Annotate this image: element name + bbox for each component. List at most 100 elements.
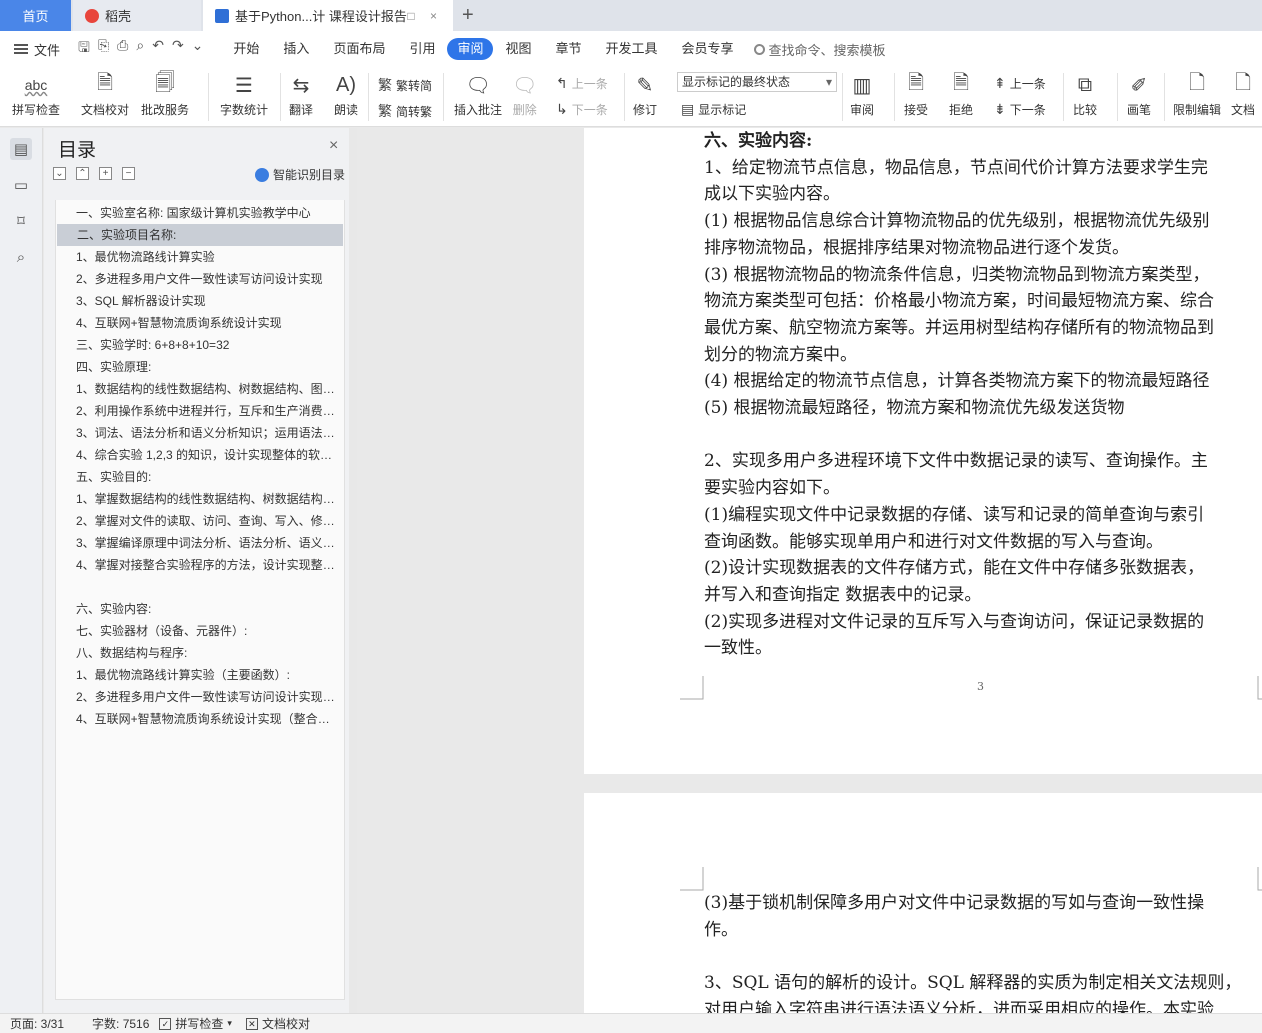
chapter-nav-icon[interactable]: ▭ bbox=[10, 174, 32, 196]
toc-item[interactable]: 一、实验室名称: 国家级计算机实验教学中心 bbox=[56, 202, 344, 224]
smart-toc-button[interactable]: 智能识别目录 bbox=[255, 166, 345, 183]
tab-document[interactable]: 基于Python...计 课程设计报告 □ × bbox=[203, 0, 453, 31]
next-comment-button[interactable]: ↳ 下一条 bbox=[556, 101, 608, 118]
toc-item[interactable]: 1、掌握数据结构的线性数据结构、树数据结构、图数据结构 bbox=[56, 488, 344, 510]
accept-icon: 🗎 bbox=[907, 72, 925, 94]
next-change-label: 下一条 bbox=[1009, 103, 1046, 117]
print-icon[interactable]: ⎙ bbox=[117, 37, 128, 61]
toc-item[interactable]: 2、多进程多用户文件一致性读写访问设计实现 bbox=[56, 268, 344, 290]
word-count-indicator[interactable]: 字数: 7516 bbox=[92, 1015, 149, 1032]
toc-item[interactable]: 2、掌握对文件的读取、访问、查询、写入、修改等操作 bbox=[56, 510, 344, 532]
toc-item[interactable]: 4、互联网+智慧物流质询系统设计实现 bbox=[56, 312, 344, 334]
toc-item[interactable]: 4、综合实验 1,2,3 的知识，设计实现整体的软件系统 bbox=[56, 444, 344, 466]
expand-up-icon[interactable]: ⌃ bbox=[76, 167, 89, 180]
insert-comment-button[interactable]: 🗨 插入批注 bbox=[454, 69, 502, 118]
delete-comment-button[interactable]: 🗨 删除 bbox=[512, 69, 537, 118]
tab-close-icon[interactable]: □ × bbox=[407, 9, 443, 23]
more-icon[interactable]: ⌄ bbox=[192, 37, 204, 61]
read-aloud-button[interactable]: A) 朗读 bbox=[334, 69, 358, 118]
menu-item-0[interactable]: 开始 bbox=[221, 38, 271, 60]
file-menu[interactable]: 文件 bbox=[14, 40, 60, 59]
menu-item-5[interactable]: 视图 bbox=[493, 38, 543, 60]
tab-home[interactable]: 首页 bbox=[0, 0, 71, 31]
toc-item[interactable]: 1、数据结构的线性数据结构、树数据结构、图数据结构 bbox=[56, 378, 344, 400]
menu-item-2[interactable]: 页面布局 bbox=[321, 38, 397, 60]
toc-scrollbar[interactable] bbox=[349, 128, 357, 1013]
toc-item[interactable]: 3、词法、语法分析和语义分析知识；运用语法规则 bbox=[56, 422, 344, 444]
review-pane-button[interactable]: ▥ 审阅 bbox=[850, 69, 874, 118]
delete-comment-label: 删除 bbox=[512, 103, 537, 117]
tab-daoke[interactable]: 稻壳 bbox=[73, 0, 201, 31]
toc-item[interactable]: 2、多进程多用户文件一致性读写访问设计实现（主要函数） bbox=[56, 686, 344, 708]
reject-button[interactable]: 🗎 拒绝 bbox=[949, 69, 973, 118]
toc-item[interactable]: 四、实验原理: bbox=[56, 356, 344, 378]
menu-item-6[interactable]: 章节 bbox=[544, 38, 594, 60]
toc-item[interactable]: 3、SQL 解析器设计实现 bbox=[56, 290, 344, 312]
page-indicator[interactable]: 页面: 3/31 bbox=[10, 1015, 64, 1032]
prev-change-button[interactable]: ⇞ 上一条 bbox=[994, 75, 1046, 92]
close-icon[interactable]: × bbox=[329, 137, 338, 155]
translate-label: 翻译 bbox=[289, 103, 314, 117]
restrict-edit-button[interactable]: 🗋 限制编辑 bbox=[1173, 69, 1221, 118]
toc-item[interactable]: 五、实验目的: bbox=[56, 466, 344, 488]
pen-button[interactable]: ✐ 画笔 bbox=[1127, 69, 1151, 118]
print-preview-icon[interactable]: ⌕ bbox=[136, 37, 144, 61]
toc-item[interactable]: 3、掌握编译原理中词法分析、语法分析、语义分析 bbox=[56, 532, 344, 554]
save-icon[interactable]: 🖫 bbox=[78, 37, 90, 61]
doc-check-button[interactable]: 🗎 文档校对 bbox=[81, 69, 129, 118]
markup-state-select[interactable]: 显示标记的最终状态 bbox=[677, 72, 837, 92]
bookmark-icon[interactable]: ⌑ bbox=[10, 210, 32, 232]
redo-icon[interactable]: ↷ bbox=[172, 37, 184, 61]
compare-button[interactable]: ⧉ 比较 bbox=[1073, 69, 1097, 118]
doc-more-button[interactable]: 🗋 文档 bbox=[1231, 69, 1255, 118]
export-icon[interactable]: ⎘ bbox=[98, 37, 109, 61]
menu-item-4[interactable]: 审阅 bbox=[447, 38, 494, 60]
new-tab-button[interactable]: + bbox=[462, 4, 474, 27]
tab-daoke-label: 稻壳 bbox=[105, 9, 132, 24]
toc-item[interactable]: 二、实验项目名称: bbox=[57, 224, 343, 246]
paragraph-line: (5) 根据物流最短路径，物流方案和物流优先级发送货物 bbox=[704, 398, 1125, 419]
add-level-icon[interactable]: + bbox=[99, 167, 112, 180]
undo-icon[interactable]: ↶ bbox=[152, 37, 164, 61]
accept-button[interactable]: 🗎 接受 bbox=[904, 69, 928, 118]
toc-icon[interactable]: ▤ bbox=[10, 138, 32, 160]
spell-check-button[interactable]: abc 拼写检查 bbox=[12, 69, 60, 118]
menu-item-3[interactable]: 引用 bbox=[397, 38, 447, 60]
simp-to-trad-button[interactable]: 繁简转繁 bbox=[378, 101, 432, 121]
compare-label: 比较 bbox=[1073, 103, 1098, 117]
review-service-button[interactable]: 🗐 批改服务 bbox=[141, 69, 189, 118]
insert-comment-label: 插入批注 bbox=[454, 103, 503, 117]
page-corner-mark bbox=[1257, 676, 1262, 700]
search-icon[interactable]: ⌕ bbox=[10, 246, 32, 268]
word-count-button[interactable]: ☰ 字数统计 bbox=[220, 69, 268, 118]
status-spell-check[interactable]: ✓ 拼写检查 ▾ bbox=[159, 1015, 232, 1032]
menu-item-7[interactable]: 开发工具 bbox=[594, 38, 670, 60]
toc-item[interactable]: 六、实验内容: bbox=[56, 598, 344, 620]
translate-button[interactable]: ⇆ 翻译 bbox=[289, 69, 313, 118]
remove-level-icon[interactable]: − bbox=[122, 167, 135, 180]
prev-comment-button[interactable]: ↰ 上一条 bbox=[556, 75, 608, 92]
trad-to-simp-button[interactable]: 繁繁转简 bbox=[378, 75, 432, 95]
paragraph-line: 要实验内容如下。 bbox=[704, 478, 840, 499]
paragraph-line: 排序物流物品，根据排序结果对物流物品进行逐个发货。 bbox=[704, 237, 1129, 258]
menu-item-8[interactable]: 会员专享 bbox=[670, 38, 746, 60]
prev-comment-icon: ↰ bbox=[556, 75, 568, 91]
trad-to-simp-icon: 繁 bbox=[378, 77, 392, 93]
next-change-button[interactable]: ⇟ 下一条 bbox=[994, 101, 1046, 118]
collapse-all-icon[interactable]: ⌄ bbox=[53, 167, 66, 180]
toc-item[interactable]: 七、实验器材（设备、元器件）: bbox=[56, 620, 344, 642]
toc-item[interactable]: 1、最优物流路线计算实验 bbox=[56, 246, 344, 268]
menu-item-1[interactable]: 插入 bbox=[271, 38, 321, 60]
toc-item[interactable]: 4、掌握对接整合实验程序的方法，设计实现整体系统 bbox=[56, 554, 344, 576]
toc-item[interactable]: 八、数据结构与程序: bbox=[56, 642, 344, 664]
toc-item[interactable]: 2、利用操作系统中进程并行，互斥和生产消费者问题 bbox=[56, 400, 344, 422]
command-search[interactable]: 查找命令、搜索模板 bbox=[753, 40, 886, 59]
toc-item[interactable]: 三、实验学时: 6+8+8+10=32 bbox=[56, 334, 344, 356]
show-markup-button[interactable]: ▤ 显示标记 bbox=[681, 101, 746, 118]
page-corner-mark bbox=[680, 676, 704, 700]
status-doc-check[interactable]: ✕ 文档校对 bbox=[245, 1015, 310, 1032]
toc-item[interactable]: 1、最优物流路线计算实验（主要函数）: bbox=[56, 664, 344, 686]
toc-item[interactable]: 4、互联网+智慧物流质询系统设计实现（整合说明） bbox=[56, 708, 344, 730]
page-corner-mark bbox=[1257, 867, 1262, 891]
revise-button[interactable]: ✎ 修订 bbox=[633, 69, 657, 118]
